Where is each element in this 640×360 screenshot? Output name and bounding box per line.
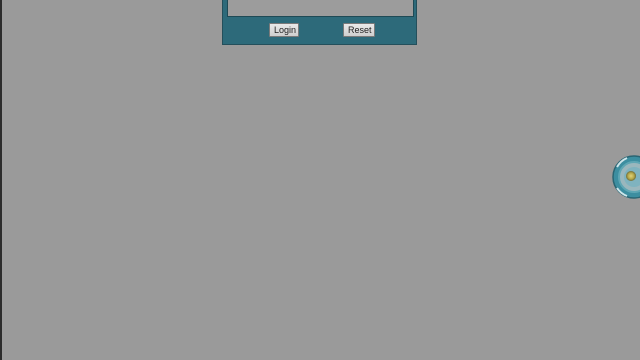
reset-button[interactable]: Reset <box>343 23 375 37</box>
login-panel-body <box>227 0 414 17</box>
gauge-dial-icon[interactable] <box>612 150 640 202</box>
login-panel: Login Reset <box>222 0 417 45</box>
login-button-bar: Login Reset <box>223 23 416 39</box>
window-left-edge <box>0 0 2 360</box>
login-button[interactable]: Login <box>269 23 299 37</box>
